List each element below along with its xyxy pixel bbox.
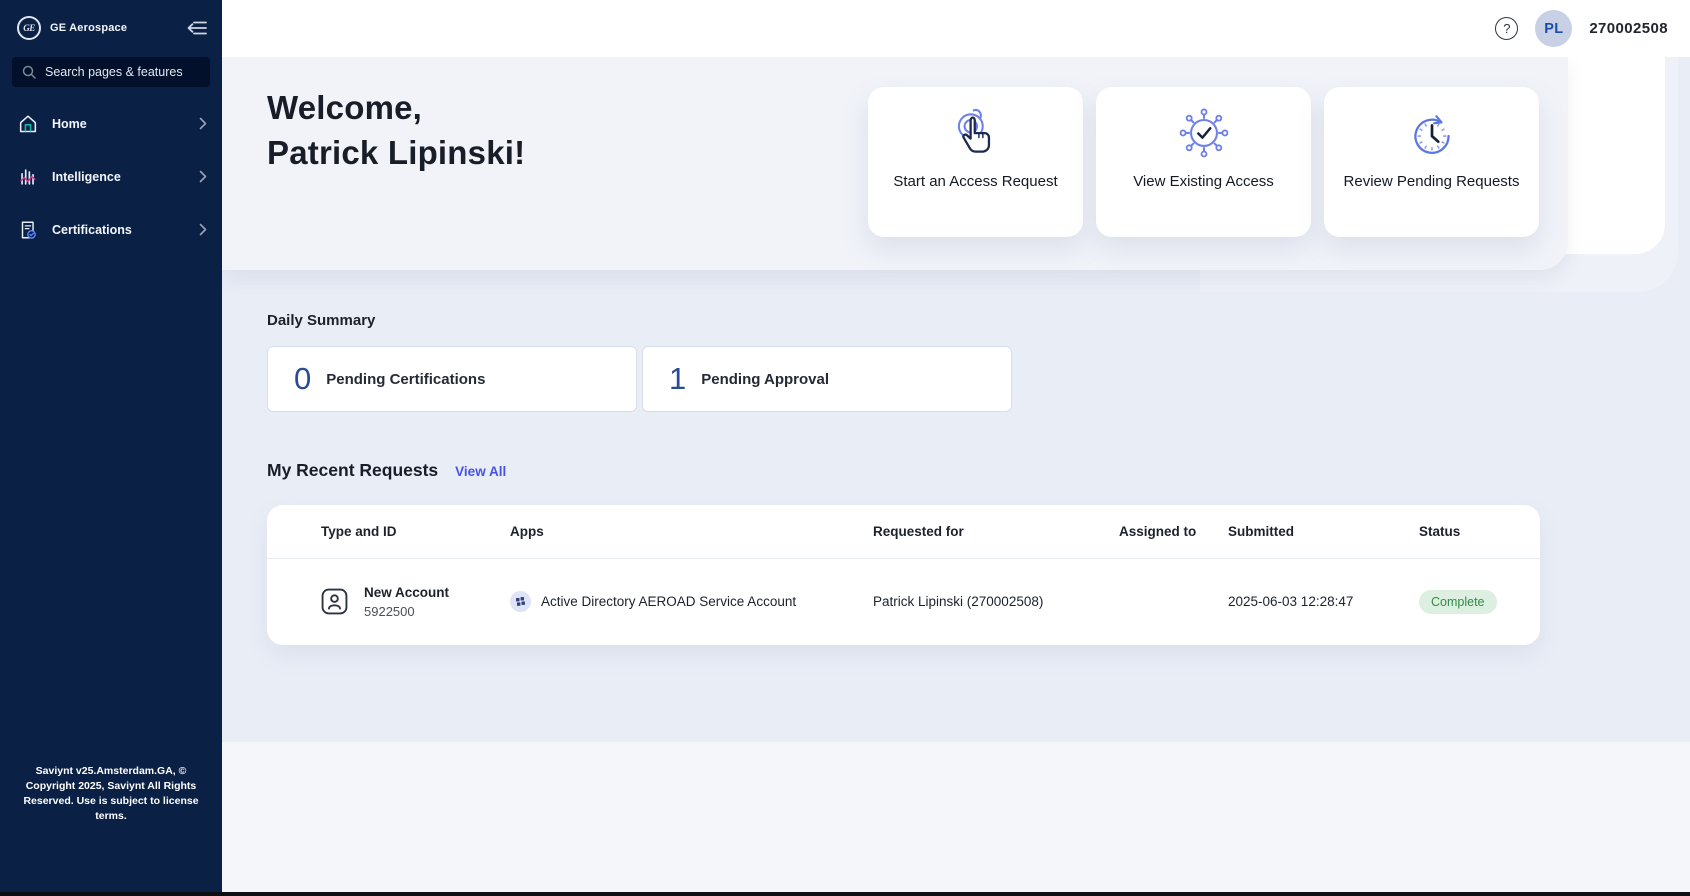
collapse-sidebar-icon[interactable] [186,20,208,36]
daily-summary-cards: 0 Pending Certifications 1 Pending Appro… [267,346,1012,412]
recent-requests-table: Type and ID Apps Requested for Assigned … [267,505,1540,645]
sidebar: GE GE Aerospace Home Intelligence [0,0,222,896]
network-check-icon [1175,101,1233,167]
avatar[interactable]: PL [1535,10,1572,47]
pending-approval-card[interactable]: 1 Pending Approval [642,346,1012,412]
column-header: Apps [510,524,873,539]
stat-label: Pending Certifications [326,371,485,388]
action-card-label: Review Pending Requests [1344,173,1520,190]
view-all-link[interactable]: View All [455,464,506,479]
recent-requests-title: My Recent Requests [267,460,438,481]
app-name: Active Directory AEROAD Service Account [541,594,796,609]
sidebar-search [12,57,210,87]
sidebar-nav: Home Intelligence Certifications [0,97,222,256]
top-header: ? PL 270002508 [222,0,1690,57]
sidebar-item-label: Certifications [52,223,132,237]
table-header-row: Type and ID Apps Requested for Assigned … [267,505,1540,558]
bottom-bar [0,892,1690,896]
pending-approval-count: 1 [669,361,686,397]
clock-arrow-icon [1403,101,1461,167]
sidebar-item-label: Intelligence [52,170,121,184]
view-existing-access-card[interactable]: View Existing Access [1096,87,1311,237]
tap-hand-icon [947,101,1005,167]
help-icon[interactable]: ? [1495,17,1518,40]
bottom-background [222,742,1690,896]
sidebar-footer-text: Saviynt v25.Amsterdam.GA, © Copyright 20… [11,764,211,824]
chevron-right-icon [199,223,207,236]
pending-certifications-count: 0 [294,361,311,397]
column-header: Requested for [873,524,1119,539]
status-cell: Complete [1419,590,1540,614]
chevron-right-icon [199,170,207,183]
welcome-line2: Patrick Lipinski! [267,131,525,176]
type-and-id-cell: New Account 5922500 [321,585,510,619]
action-card-label: Start an Access Request [893,173,1057,190]
start-access-request-card[interactable]: Start an Access Request [868,87,1083,237]
sidebar-item-certifications[interactable]: Certifications [0,203,222,256]
app-icon [510,591,531,612]
ge-logo-icon: GE [17,16,41,40]
column-header: Status [1419,524,1540,539]
brand-name: GE Aerospace [50,22,127,34]
daily-summary-title: Daily Summary [267,312,375,329]
action-card-label: View Existing Access [1133,173,1274,190]
sidebar-item-home[interactable]: Home [0,97,222,150]
request-id: 5922500 [364,604,449,619]
certifications-icon [17,219,39,241]
apps-cell: Active Directory AEROAD Service Account [510,591,873,612]
column-header: Submitted [1228,524,1419,539]
recent-requests-header: My Recent Requests View All [267,460,506,481]
user-id: 270002508 [1589,20,1668,37]
column-header: Type and ID [321,524,510,539]
welcome-line1: Welcome, [267,86,525,131]
table-row[interactable]: New Account 5922500 Active Directory AER… [267,559,1540,644]
submitted-cell: 2025-06-03 12:28:47 [1228,594,1419,609]
search-input[interactable] [45,65,200,79]
column-header: Assigned to [1119,524,1228,539]
sidebar-item-label: Home [52,117,87,131]
sidebar-item-intelligence[interactable]: Intelligence [0,150,222,203]
request-type: New Account [364,585,449,600]
status-badge: Complete [1419,590,1497,614]
search-icon [22,65,36,79]
review-pending-requests-card[interactable]: Review Pending Requests [1324,87,1539,237]
pending-certifications-card[interactable]: 0 Pending Certifications [267,346,637,412]
requested-for-cell: Patrick Lipinski (270002508) [873,594,1119,609]
home-icon [17,113,39,135]
user-type-icon [321,588,348,615]
quick-action-cards: Start an Access Request View Existing Ac… [868,87,1539,237]
chevron-right-icon [199,117,207,130]
welcome-heading: Welcome, Patrick Lipinski! [267,86,525,176]
intelligence-icon [17,166,39,188]
stat-label: Pending Approval [701,371,829,388]
brand-row: GE GE Aerospace [0,0,222,40]
